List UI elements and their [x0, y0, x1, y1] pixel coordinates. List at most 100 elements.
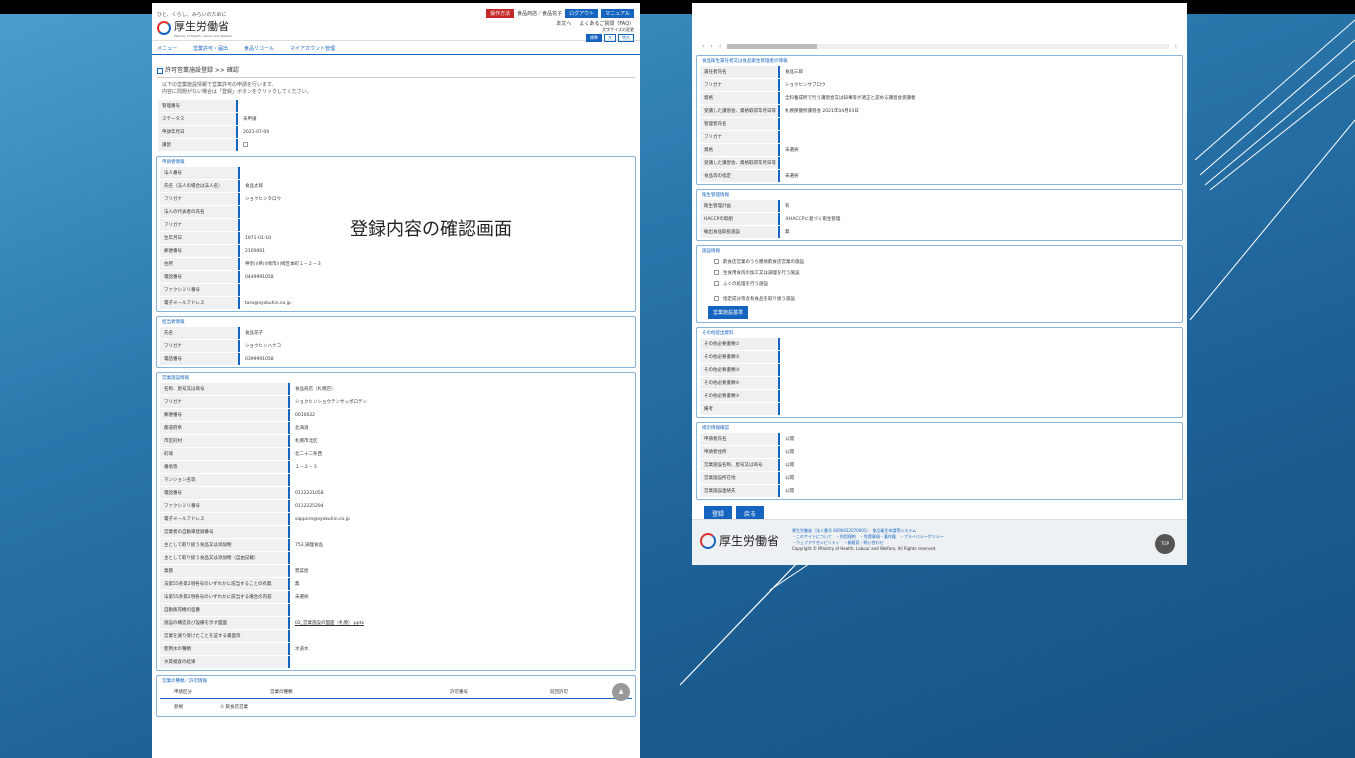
row-label: 名称、屋号又は商号 [160, 383, 290, 395]
table-row: 住所 神奈川県川崎市川崎区本町１－２－３ [160, 258, 632, 271]
logout-button[interactable]: ログアウト [565, 9, 599, 18]
row-value: １－２－３ [295, 465, 318, 470]
checkbox-icon[interactable] [714, 296, 719, 301]
scroll-top-icon[interactable]: ▲ [612, 683, 630, 701]
table-row: 管理番号 [158, 100, 634, 113]
kind-cell-business: ① 飲食店営業 [220, 705, 248, 710]
back-to-top-button[interactable]: TOP [1155, 534, 1175, 554]
instructions: 以下の営業施設情報で営業許可の申請を行います。 内容に問題がない場合は「登録」ボ… [162, 82, 630, 96]
row-value: taro@syokuhin.co.jp [245, 300, 291, 306]
facility-check-2[interactable]: 生食用食肉の加工又は調理を行う施設 [700, 267, 1179, 278]
table-row: 営業施設名称、屋号又は商号 公開 [700, 459, 1179, 472]
table-row: 市区町村 札幌市北区 [160, 435, 632, 448]
table-row: 都道府県 北海道 [160, 422, 632, 435]
row-value: 未申請 [243, 117, 257, 122]
row-value: 全科養成所で行う講習会又は知事等が適正と認める講習会受講者 [785, 96, 916, 101]
row-value: 2100001 [245, 248, 266, 254]
copyright: Copyright © Ministry of Health, Labour a… [792, 546, 937, 551]
kind-section: 営業の種類／許可情報 申請区分 営業の種類 許可番号 前回許可 新規 ① 飲食店… [156, 675, 636, 717]
row-value: 札幌市北区 [295, 439, 318, 444]
row-value: ショクヒンショウテンサッポロテン [295, 400, 367, 405]
font-size-xlarge[interactable]: 特大 [618, 34, 634, 42]
row-label: 輸出食品取扱施設 [700, 226, 780, 238]
nav-account[interactable]: マイアカウント管理 [290, 45, 335, 52]
table-row: 管理者氏名 [700, 118, 1179, 131]
facility-title: 営業施設情報 [160, 375, 191, 381]
row-label: 使用水の種類 [160, 643, 290, 655]
row-label: 申請年月日 [158, 126, 238, 138]
check-label: 生食用食肉の加工又は調理を行う施設 [723, 270, 800, 276]
row-value: 753 調理食品 [295, 543, 324, 548]
font-size-normal[interactable]: 標準 [586, 34, 602, 42]
row-value: 水道水 [295, 647, 309, 652]
help-badge[interactable]: 操作方法 [486, 9, 515, 18]
instruction-line-2: 内容に問題がない場合は「登録」ボタンをクリックしてください。 [162, 89, 312, 95]
checkbox-icon[interactable] [714, 259, 719, 264]
faq-link[interactable]: よくあるご質問（FAQ） [579, 20, 634, 27]
row-label: 受講した講習会、資格取得年月日等 [700, 105, 780, 117]
skip-link[interactable]: 本文へ [556, 20, 571, 27]
nav-permit[interactable]: 営業許可・届出 [193, 45, 228, 52]
row-label: 自動販売機の型番 [160, 604, 290, 616]
manual-button[interactable]: マニュアル [601, 9, 634, 18]
row-value: 1971-01-10 [245, 235, 272, 241]
row-value: 未選択 [785, 174, 799, 179]
table-row: 法第55条第2項各号のいずれかに該当することの有無無 [160, 578, 632, 591]
row-label: 営業施設所在地 [700, 472, 780, 484]
row-label: ステータス [158, 113, 238, 125]
scroll-end-icon[interactable]: › [1175, 43, 1177, 50]
facility-check-1[interactable]: 飲食店営業のうち簡易飲食店営業の施設 [700, 256, 1179, 267]
hygiene-section: 食品衛生責任者又は食品衛生管理者の情報 責任者氏名 食品三郎 フリガナ ショクヒンサブ… [696, 55, 1183, 185]
site-logo[interactable]: 厚生労働省 Ministry of Health, Labour and Welf… [157, 18, 232, 38]
scroll-start-icon[interactable]: ‹ [719, 43, 721, 50]
footer-logo[interactable]: 厚生労働省 [700, 532, 779, 549]
facility-standard-button[interactable]: 営業施設基準 [708, 306, 749, 319]
nav-menu[interactable]: メニュー [157, 45, 177, 52]
row-value: 0010022 [295, 412, 316, 418]
table-row: その他必要書類③ [700, 364, 1179, 377]
facility-section: 営業施設情報 名称、屋号又は商号 食品商店（札幌店） フリガナ ショクヒンショウテンサ… [156, 372, 636, 671]
row-value: 未選択 [785, 148, 799, 153]
row-label: 営業を譲り受けたことを証する書面等 [160, 630, 290, 642]
page-title: 許可営業施設登録 >> 確認 [157, 65, 635, 78]
row-value: 無 [295, 582, 300, 587]
row-label: 資格 [700, 92, 780, 104]
scroll-right-icon[interactable]: › [710, 43, 712, 50]
overlay-caption: 登録内容の確認画面 [350, 219, 512, 240]
table-row: 電話番号 0399991058 [160, 353, 632, 366]
row-value: 有 [785, 204, 790, 209]
table-row: 主として取り扱う食品又は添加物 753 調理食品 [160, 539, 632, 552]
scroll-thumb[interactable] [727, 43, 818, 49]
font-size-large[interactable]: 大 [604, 34, 616, 42]
kind-header-number: 許可番号 [450, 690, 468, 695]
row-label: 水質検査の結果 [160, 656, 290, 668]
row-label: 衛生管理計画 [700, 200, 780, 212]
scroll-left-icon[interactable]: ‹ [702, 43, 704, 50]
scroll-track[interactable] [727, 43, 1169, 49]
plan-section: 衛生管理情報 衛生管理計画有 HACCPの取組 ②HACCPに基づく衛生管理 輸出食品… [696, 189, 1183, 241]
table-row: その他必要書類④ [700, 377, 1179, 390]
checkbox-icon[interactable] [243, 141, 248, 147]
row-label: 法人番号 [160, 167, 240, 179]
nav-recall[interactable]: 食品リコール [244, 45, 274, 52]
instruction-line-1: 以下の営業施設情報で営業許可の申請を行います。 [162, 82, 277, 88]
row-label: その他必要書類⑤ [700, 390, 780, 402]
row-value: 公開 [785, 463, 794, 468]
row-label: フリガナ [700, 131, 780, 143]
facility-check-3[interactable]: ふぐの処理を行う施設 [700, 278, 1179, 289]
checkbox-icon[interactable] [714, 281, 719, 286]
table-row: 備考 [700, 403, 1179, 416]
facility-check-4[interactable]: 指定成分等含有食品を取り扱う施設 [700, 293, 1179, 304]
checkbox-icon[interactable] [714, 270, 719, 275]
row-label: 法第55条第2項各号のいずれかに該当する場合の内容 [160, 591, 290, 603]
row-value[interactable]: 02_営業施設の図面（札幌）.pptx [290, 620, 364, 626]
row-label: ファクシミリ番号 [160, 500, 290, 512]
horizontal-scrollbar[interactable]: ‹ › ‹ › [702, 41, 1177, 51]
kind-title: 営業の種類／許可情報 [160, 678, 209, 684]
row-value: 北海道 [295, 426, 309, 431]
table-row: フリガナ [700, 131, 1179, 144]
row-label: 営業者の自動車登録番号 [160, 526, 290, 538]
row-label: 法第55条第2項各号のいずれかに該当することの有無 [160, 578, 290, 590]
footer-links: 厚生労働省（法人番号 6000012070001） 食品衛生申請等システム ・こ… [792, 528, 944, 552]
table-row: 番地等 １－２－３ [160, 461, 632, 474]
